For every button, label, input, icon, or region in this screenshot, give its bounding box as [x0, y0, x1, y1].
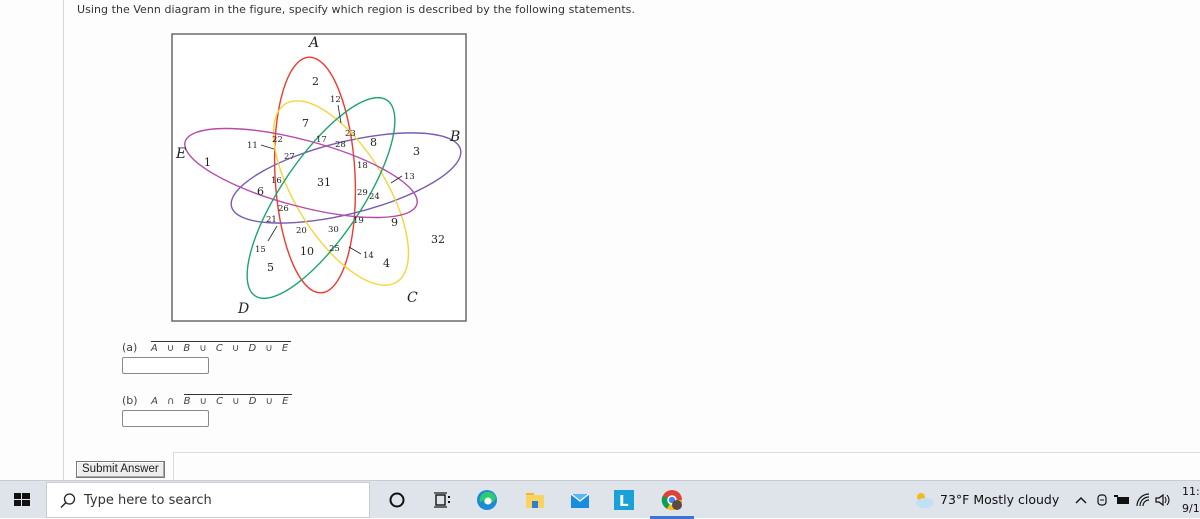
taskbar: Type here to search L 73°F Mostly cloudy [0, 480, 1200, 519]
edge-browser-icon[interactable] [475, 488, 499, 512]
region-16: 16 [271, 176, 282, 186]
region-26: 26 [278, 204, 289, 214]
region-32: 32 [431, 233, 445, 246]
region-5: 5 [267, 261, 274, 274]
task-view-icon[interactable] [430, 488, 454, 512]
region-22: 22 [272, 135, 283, 145]
region-1: 1 [204, 156, 211, 169]
clock-date: 9/1 [1182, 502, 1200, 515]
region-20: 20 [296, 226, 307, 236]
weather-cloud-icon[interactable] [912, 488, 936, 512]
question-page: Using the Venn diagram in the figure, sp… [0, 0, 1200, 482]
part-b: (b) A ∩ B ∪ C ∪ D ∪ E [122, 394, 292, 407]
set-label-c: C [407, 290, 418, 306]
set-label-a: A [307, 35, 319, 51]
set-label-b: B [449, 129, 460, 145]
region-15: 15 [255, 245, 266, 255]
region-8: 8 [370, 136, 377, 149]
region-18: 18 [357, 161, 368, 171]
system-clock[interactable]: 11: 9/1 [1182, 483, 1200, 517]
part-a: (a) A ∪ B ∪ C ∪ D ∪ E [122, 341, 292, 354]
region-28: 28 [335, 140, 346, 150]
search-icon [59, 492, 77, 510]
region-21: 21 [266, 215, 277, 225]
file-explorer-icon[interactable] [523, 488, 547, 512]
region-19: 19 [353, 216, 364, 226]
part-a-label: (a) [122, 341, 138, 354]
clock-time: 11: [1182, 485, 1200, 498]
region-14: 14 [363, 251, 374, 261]
region-25: 25 [329, 244, 340, 254]
part-b-answer-input[interactable] [122, 410, 209, 427]
region-31: 31 [317, 176, 331, 189]
part-b-expression-overlined: B ∪ C ∪ D ∪ E [183, 394, 292, 407]
region-6: 6 [257, 185, 264, 198]
part-b-label: (b) [122, 394, 138, 407]
mail-icon[interactable] [568, 488, 592, 512]
set-label-d: D [237, 301, 249, 317]
part-a-expression: A ∪ B ∪ C ∪ D ∪ E [150, 341, 292, 354]
region-13: 13 [404, 172, 415, 182]
search-placeholder: Type here to search [84, 493, 212, 508]
region-4: 4 [383, 257, 390, 270]
region-2: 2 [312, 75, 319, 88]
feedback-area [173, 452, 1200, 482]
windows-start-icon[interactable] [12, 490, 32, 510]
question-prompt: Using the Venn diagram in the figure, sp… [77, 3, 636, 16]
region-30: 30 [328, 225, 339, 235]
region-29: 29 [357, 188, 368, 198]
venn-diagram: A B C D E 1 2 3 4 5 6 7 8 9 10 31 32 11 … [171, 33, 467, 323]
left-divider [63, 0, 64, 480]
cortana-icon[interactable] [385, 488, 409, 512]
submit-answer-button[interactable]: Submit Answer [76, 461, 165, 478]
region-11: 11 [247, 141, 258, 151]
region-7: 7 [302, 117, 309, 130]
region-12: 12 [330, 95, 341, 105]
region-9: 9 [391, 216, 398, 229]
set-label-e: E [175, 146, 186, 162]
region-23: 23 [345, 129, 356, 139]
part-b-expression-prefix: A ∩ [151, 396, 184, 407]
part-a-answer-input[interactable] [122, 357, 209, 374]
region-3: 3 [413, 145, 420, 158]
region-24: 24 [369, 192, 380, 202]
volume-icon[interactable] [1151, 488, 1175, 512]
svg-text:L: L [619, 492, 629, 510]
region-10: 10 [300, 245, 314, 258]
weather-readout[interactable]: 73°F Mostly cloudy [940, 492, 1059, 507]
taskbar-search-box[interactable]: Type here to search [46, 482, 370, 518]
lexia-icon[interactable]: L [612, 488, 636, 512]
region-27: 27 [284, 152, 295, 162]
region-17: 17 [316, 135, 327, 145]
chrome-icon[interactable] [660, 488, 684, 512]
